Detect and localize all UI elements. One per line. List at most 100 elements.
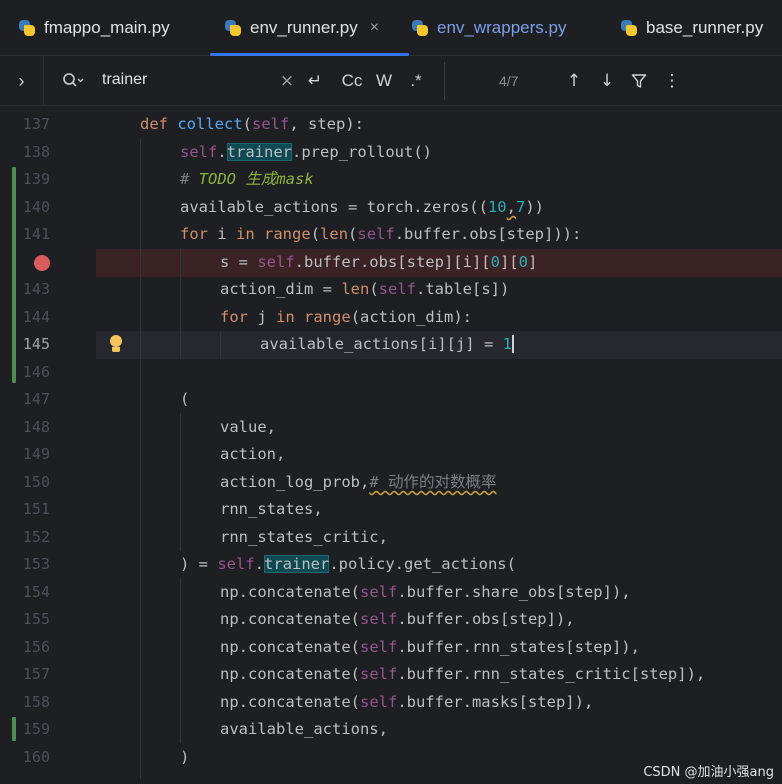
more-options-icon[interactable]: ⋮ <box>662 56 682 106</box>
code-text: rnn_states_critic, <box>220 528 388 546</box>
code-line[interactable]: ) = self.trainer.policy.get_actions( <box>180 551 516 579</box>
search-history-icon[interactable] <box>60 56 86 106</box>
code-line[interactable]: ) <box>180 744 189 772</box>
code-text: action_dim = <box>220 280 342 298</box>
line-number: 155 <box>22 610 50 628</box>
keyword: in <box>276 308 295 326</box>
python-file-icon <box>18 19 36 37</box>
newline-icon[interactable]: ↵ <box>303 56 327 106</box>
code-text: (action_dim): <box>350 308 473 326</box>
code-text: value, <box>220 418 276 436</box>
code-line[interactable]: available_actions, <box>220 716 388 744</box>
code-line[interactable]: action_log_prob,# 动作的对数概率 <box>220 469 496 497</box>
line-number: 154 <box>22 583 50 601</box>
code-line[interactable]: ( <box>180 386 189 414</box>
code-text: .buffer.rnn_states_critic[step]), <box>397 665 706 683</box>
code-line[interactable]: np.concatenate(self.buffer.obs[step]), <box>220 606 575 634</box>
self-token: self <box>217 555 255 573</box>
code-line[interactable]: s = self.buffer.obs[step][i][0][0] <box>220 249 537 277</box>
whole-words-toggle[interactable]: W <box>372 56 396 106</box>
tab-env-wrappers[interactable]: env_wrappers.py <box>411 0 566 56</box>
code-text: available_actions[i][j] = <box>260 335 503 353</box>
code-text: ) = <box>180 555 218 573</box>
match-case-toggle[interactable]: Cc <box>339 56 365 106</box>
builtin: range <box>264 225 311 243</box>
tab-fmappo-main[interactable]: fmappo_main.py <box>18 0 170 56</box>
code-line[interactable]: action_dim = len(self.table[s]) <box>220 276 509 304</box>
code-line[interactable]: self.trainer.prep_rollout() <box>180 139 432 167</box>
indent-guide <box>180 249 181 359</box>
code-line[interactable]: for j in range(action_dim): <box>220 304 472 332</box>
code-line[interactable]: np.concatenate(self.buffer.rnn_states[st… <box>220 634 640 662</box>
next-match-icon[interactable]: ↓ <box>596 56 618 106</box>
line-number: 140 <box>22 198 50 216</box>
tab-env-runner[interactable]: env_runner.py × <box>210 0 410 56</box>
code-text: , <box>506 198 516 216</box>
code-text: .policy.get_actions( <box>329 555 516 573</box>
self-token: self <box>180 143 218 161</box>
comment: # <box>180 170 199 188</box>
editor-tab-bar: fmappo_main.py env_runner.py × env_wrapp… <box>0 0 782 56</box>
line-number: 141 <box>22 225 50 243</box>
code-editor[interactable]: 137 138 139 140 141 143 144 145 146 147 … <box>0 107 782 784</box>
code-text: ) <box>180 748 190 766</box>
tab-label: env_wrappers.py <box>437 18 567 37</box>
line-number: 151 <box>22 500 50 518</box>
code-text: ( <box>180 390 190 408</box>
code-line[interactable]: available_actions[i][j] = 1 <box>260 331 514 359</box>
search-input[interactable]: trainer <box>102 56 147 106</box>
line-number: 146 <box>22 363 50 381</box>
code-text: np.concatenate( <box>220 583 360 601</box>
keyword: for <box>220 308 248 326</box>
code-line[interactable]: np.concatenate(self.buffer.share_obs[ste… <box>220 579 631 607</box>
python-file-icon <box>224 19 242 37</box>
code-line[interactable]: rnn_states_critic, <box>220 524 388 552</box>
line-number: 145 <box>22 335 50 353</box>
code-line[interactable]: np.concatenate(self.buffer.rnn_states_cr… <box>220 661 705 689</box>
lightbulb-icon[interactable] <box>108 335 124 355</box>
self-token: self <box>357 225 395 243</box>
indent-guide <box>180 578 181 743</box>
line-number: 157 <box>22 665 50 683</box>
code-text: j <box>248 308 276 326</box>
expand-replace-icon[interactable]: › <box>0 56 44 106</box>
regex-toggle[interactable]: .* <box>404 56 428 106</box>
code-line[interactable]: rnn_states, <box>220 496 323 524</box>
code-text: .buffer.masks[step]), <box>397 693 594 711</box>
code-line[interactable]: def collect(self, step): <box>140 111 364 139</box>
python-file-icon <box>411 19 429 37</box>
line-number: 150 <box>22 473 50 491</box>
search-match: trainer <box>264 555 330 573</box>
code-text: .buffer.obs[step][i][ <box>294 253 491 271</box>
code-text: ( <box>310 225 321 243</box>
self-token: self <box>252 115 290 133</box>
self-token: self <box>359 610 398 628</box>
line-number: 137 <box>22 115 50 133</box>
text-cursor <box>511 335 514 353</box>
code-text: , step): <box>289 115 364 133</box>
code-line[interactable]: value, <box>220 414 276 442</box>
code-line[interactable]: available_actions = torch.zeros((10,7)) <box>180 194 544 222</box>
line-number: 148 <box>22 418 50 436</box>
previous-match-icon[interactable]: ↑ <box>563 56 585 106</box>
filter-icon[interactable] <box>628 56 650 106</box>
code-line[interactable]: action, <box>220 441 285 469</box>
code-text: np.concatenate( <box>220 693 360 711</box>
breakpoint-icon[interactable] <box>34 255 50 271</box>
tab-base-runner[interactable]: base_runner.py <box>620 0 763 56</box>
line-number: 147 <box>22 390 50 408</box>
line-number: 160 <box>22 748 50 766</box>
code-text: )) <box>525 198 544 216</box>
clear-search-icon[interactable]: × <box>279 56 295 106</box>
code-text: . <box>217 143 227 161</box>
search-icon <box>63 73 84 87</box>
match-count: 4/7 <box>499 73 519 89</box>
code-line[interactable]: # TODO 生成mask <box>180 166 314 194</box>
code-line[interactable]: np.concatenate(self.buffer.masks[step]), <box>220 689 593 717</box>
code-line[interactable]: for i in range(len(self.buffer.obs[step]… <box>180 221 581 249</box>
tab-label: env_runner.py <box>250 18 358 37</box>
close-icon[interactable]: × <box>370 19 379 37</box>
indent-guide <box>220 331 221 359</box>
find-bar: › trainer × ↵ Cc W .* 4/7 ↑ ↓ ⋮ <box>0 56 782 106</box>
